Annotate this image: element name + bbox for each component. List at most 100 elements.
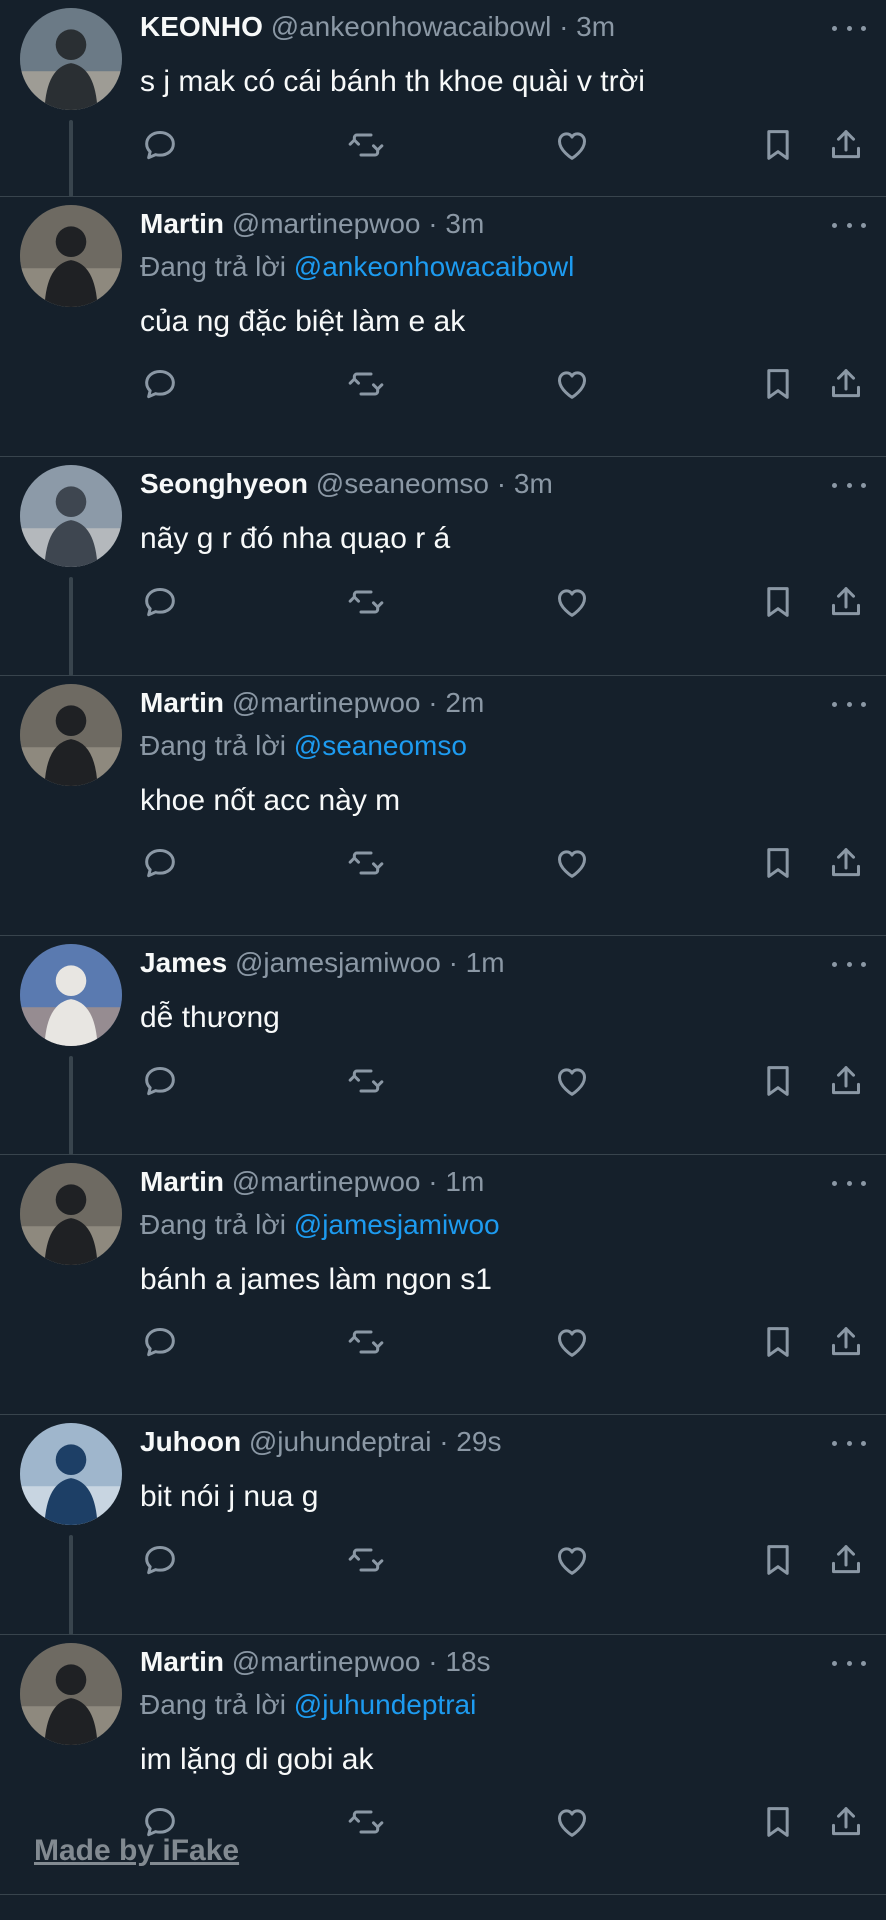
user-handle[interactable]: @martinepwoo <box>232 1166 421 1197</box>
heart-icon[interactable] <box>552 1540 592 1580</box>
avatar-photo-martin[interactable] <box>20 205 122 307</box>
user-handle[interactable]: @martinepwoo <box>232 208 421 239</box>
more-icon[interactable] <box>832 1653 866 1673</box>
user-handle[interactable]: @jamesjamiwoo <box>235 947 441 978</box>
tweet-actions <box>140 1322 866 1362</box>
heart-icon[interactable] <box>552 1061 592 1101</box>
mention-link[interactable]: @ankeonhowacaibowl <box>294 251 575 282</box>
bookmark-icon[interactable] <box>758 1061 798 1101</box>
user-handle[interactable]: @juhundeptrai <box>249 1426 432 1457</box>
tweet[interactable]: KEONHO @ankeonhowacaibowl · 3m s j mak c… <box>0 0 886 197</box>
more-icon[interactable] <box>832 954 866 974</box>
timestamp[interactable]: · 2m <box>428 687 484 718</box>
timestamp[interactable]: · 3m <box>428 208 484 239</box>
bookmark-icon[interactable] <box>758 364 798 404</box>
more-icon[interactable] <box>832 1173 866 1193</box>
share-icon[interactable] <box>826 1322 866 1362</box>
retweet-icon[interactable] <box>346 1540 386 1580</box>
heart-icon[interactable] <box>552 1802 592 1842</box>
retweet-icon[interactable] <box>346 1061 386 1101</box>
more-icon[interactable] <box>832 694 866 714</box>
display-name[interactable]: Martin <box>140 208 224 239</box>
tweet[interactable]: Juhoon @juhundeptrai · 29s bit nói j nua… <box>0 1415 886 1635</box>
avatar-photo-martin[interactable] <box>20 684 122 786</box>
reply-icon[interactable] <box>140 125 180 165</box>
display-name[interactable]: Martin <box>140 1166 224 1197</box>
timestamp[interactable]: · 29s <box>439 1426 501 1457</box>
more-icon[interactable] <box>832 18 866 38</box>
tweet[interactable]: Martin @martinepwoo · 2m Đang trả lời @s… <box>0 676 886 936</box>
tweet-header: KEONHO @ankeonhowacaibowl · 3m <box>140 10 615 44</box>
reply-prefix: Đang trả lời <box>140 1689 286 1720</box>
user-handle[interactable]: @ankeonhowacaibowl <box>271 11 552 42</box>
retweet-icon[interactable] <box>346 1802 386 1842</box>
bookmark-icon[interactable] <box>758 125 798 165</box>
heart-icon[interactable] <box>552 364 592 404</box>
heart-icon[interactable] <box>552 843 592 883</box>
share-icon[interactable] <box>826 582 866 622</box>
display-name[interactable]: James <box>140 947 227 978</box>
more-icon[interactable] <box>832 215 866 235</box>
retweet-icon[interactable] <box>346 1322 386 1362</box>
avatar-photo-keonho[interactable] <box>20 8 122 110</box>
more-icon[interactable] <box>832 1433 866 1453</box>
user-handle[interactable]: @seaneomso <box>316 468 489 499</box>
bookmark-icon[interactable] <box>758 843 798 883</box>
share-icon[interactable] <box>826 1061 866 1101</box>
avatar-photo-martin[interactable] <box>20 1643 122 1745</box>
reply-icon[interactable] <box>140 1540 180 1580</box>
timestamp[interactable]: · 18s <box>428 1646 490 1677</box>
tweet-actions <box>140 125 866 165</box>
bookmark-icon[interactable] <box>758 1540 798 1580</box>
heart-icon[interactable] <box>552 582 592 622</box>
retweet-icon[interactable] <box>346 125 386 165</box>
user-handle[interactable]: @martinepwoo <box>232 687 421 718</box>
tweet[interactable]: James @jamesjamiwoo · 1m dễ thương <box>0 936 886 1155</box>
reply-icon[interactable] <box>140 1322 180 1362</box>
mention-link[interactable]: @seaneomso <box>294 730 467 761</box>
reply-icon[interactable] <box>140 582 180 622</box>
reply-icon[interactable] <box>140 1061 180 1101</box>
tweet[interactable]: Martin @martinepwoo · 1m Đang trả lời @j… <box>0 1155 886 1415</box>
avatar-photo-juhoon[interactable] <box>20 1423 122 1525</box>
display-name[interactable]: Martin <box>140 687 224 718</box>
tweet[interactable]: Seonghyeon @seaneomso · 3m nãy g r đó nh… <box>0 457 886 676</box>
display-name[interactable]: KEONHO <box>140 11 263 42</box>
bookmark-icon[interactable] <box>758 582 798 622</box>
heart-icon[interactable] <box>552 125 592 165</box>
timestamp[interactable]: · 3m <box>497 468 553 499</box>
display-name[interactable]: Martin <box>140 1646 224 1677</box>
bookmark-icon[interactable] <box>758 1802 798 1842</box>
tweet-text: im lặng di gobi ak <box>140 1743 374 1776</box>
avatar-photo-james[interactable] <box>20 944 122 1046</box>
timestamp[interactable]: · 1m <box>428 1166 484 1197</box>
reply-icon[interactable] <box>140 364 180 404</box>
share-icon[interactable] <box>826 1802 866 1842</box>
retweet-icon[interactable] <box>346 364 386 404</box>
reply-prefix: Đang trả lời <box>140 1209 286 1240</box>
bookmark-icon[interactable] <box>758 1322 798 1362</box>
avatar-photo-seonghyeon[interactable] <box>20 465 122 567</box>
retweet-icon[interactable] <box>346 582 386 622</box>
user-handle[interactable]: @martinepwoo <box>232 1646 421 1677</box>
heart-icon[interactable] <box>552 1322 592 1362</box>
more-icon[interactable] <box>832 475 866 495</box>
reply-icon[interactable] <box>140 843 180 883</box>
display-name[interactable]: Juhoon <box>140 1426 241 1457</box>
timestamp[interactable]: · 3m <box>559 11 615 42</box>
avatar-photo-martin[interactable] <box>20 1163 122 1265</box>
thread-line <box>69 1535 73 1635</box>
mention-link[interactable]: @juhundeptrai <box>294 1689 477 1720</box>
share-icon[interactable] <box>826 125 866 165</box>
retweet-icon[interactable] <box>346 843 386 883</box>
tweet[interactable]: Martin @martinepwoo · 3m Đang trả lời @a… <box>0 197 886 457</box>
mention-link[interactable]: @jamesjamiwoo <box>294 1209 500 1240</box>
tweet-actions <box>140 582 866 622</box>
share-icon[interactable] <box>826 1540 866 1580</box>
display-name[interactable]: Seonghyeon <box>140 468 308 499</box>
tweet-header: Seonghyeon @seaneomso · 3m <box>140 467 553 501</box>
share-icon[interactable] <box>826 364 866 404</box>
share-icon[interactable] <box>826 843 866 883</box>
timestamp[interactable]: · 1m <box>449 947 505 978</box>
reply-prefix: Đang trả lời <box>140 251 286 282</box>
